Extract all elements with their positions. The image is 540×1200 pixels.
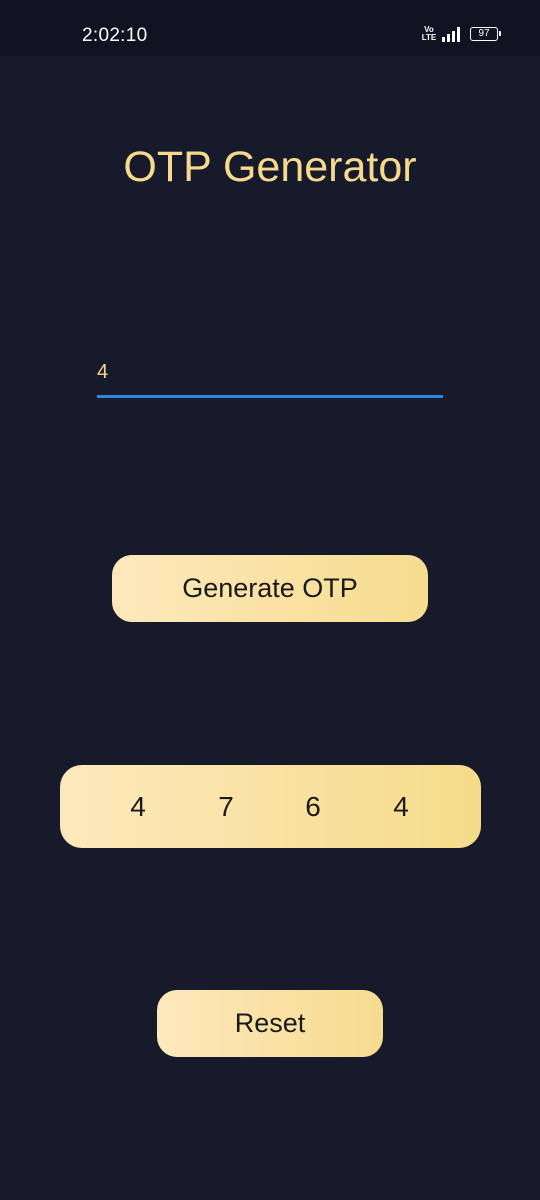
generate-otp-button[interactable]: Generate OTP	[112, 555, 428, 622]
status-bar: 2:02:10 Vo LTE 97	[0, 0, 540, 56]
volte-icon: Vo LTE	[421, 26, 437, 42]
app-screen: 2:02:10 Vo LTE 97 OTP Generator Generate…	[0, 0, 540, 1200]
battery-icon: 97	[470, 27, 501, 41]
otp-digit-4: 4	[393, 791, 409, 822]
battery-level: 97	[478, 28, 490, 39]
otp-digit-2: 7	[218, 791, 234, 822]
otp-digit-3: 6	[305, 791, 321, 822]
page-title: OTP Generator	[123, 143, 417, 191]
status-icons: Vo LTE 97	[421, 26, 501, 42]
signal-icon	[442, 26, 460, 42]
otp-length-input[interactable]	[97, 350, 443, 398]
status-time: 2:02:10	[82, 25, 148, 46]
volte-bottom-text: LTE	[421, 33, 437, 42]
otp-display: 4 7 6 4	[60, 765, 481, 848]
otp-digit-1: 4	[130, 791, 146, 822]
reset-button[interactable]: Reset	[157, 990, 383, 1057]
